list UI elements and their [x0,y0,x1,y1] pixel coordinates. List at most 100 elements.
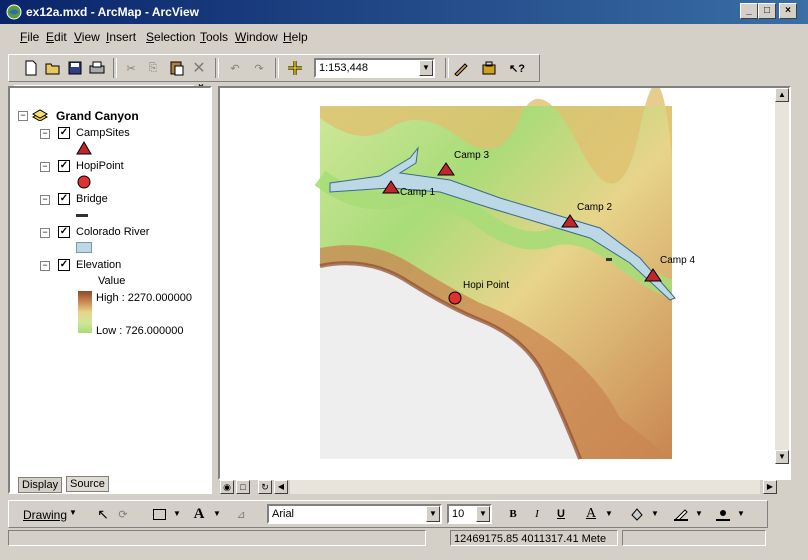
map-display[interactable]: Camp 1 Camp 3 Camp 2 Camp 4 Hopi Point ▲… [218,86,791,480]
tab-source[interactable]: Source [66,476,109,492]
menu-view[interactable]: View [74,30,100,44]
save-icon[interactable] [65,58,85,78]
new-icon[interactable] [21,58,41,78]
collapse-icon[interactable]: − [40,228,50,238]
menu-window[interactable]: Window [235,30,278,44]
data-view-icon[interactable]: ◉ [220,480,234,494]
open-icon[interactable] [43,58,63,78]
font-size-combo[interactable]: 10 ▼ [447,504,492,524]
minimize-button[interactable]: _ [740,3,758,19]
scroll-left-icon[interactable]: ◀ [274,480,288,494]
italic-button[interactable]: I [527,504,547,524]
collapse-icon[interactable]: − [40,261,50,271]
new-text-icon[interactable]: A [189,504,209,524]
cut-icon[interactable]: ✂ [121,58,141,78]
camp-label: Camp 1 [400,187,435,198]
triangle-symbol-icon [76,141,92,155]
underline-button[interactable]: U [551,504,571,524]
vertical-scrollbar[interactable]: ▲ ▼ [775,88,789,464]
marker-color-icon[interactable] [713,504,733,524]
fill-color-icon[interactable] [627,504,647,524]
select-elements-icon[interactable]: ↖ [93,504,113,524]
map-scale-combo[interactable]: 1:153,448 ▼ [314,58,435,78]
chevron-down-icon[interactable]: ▼ [651,509,659,518]
chevron-down-icon[interactable]: ▼ [737,509,745,518]
menu-edit[interactable]: Edit [46,30,67,44]
horizontal-scrollbar[interactable] [290,480,760,494]
layer-checkbox[interactable]: ✓ [58,193,70,205]
elevation-high-label: High : 2270.000000 [96,292,193,304]
layer-checkbox[interactable]: ✓ [58,226,70,238]
paste-icon[interactable] [167,58,187,78]
font-combo[interactable]: Arial ▼ [267,504,442,524]
scroll-right-icon[interactable]: ▶ [763,480,777,494]
menu-help[interactable]: Help [283,30,308,44]
chevron-down-icon[interactable]: ▼ [695,509,703,518]
status-bar: 12469175.85 4011317.41 Mete [0,528,808,550]
layer-checkbox[interactable]: ✓ [58,160,70,172]
line-color-icon[interactable] [671,504,691,524]
elevation-color-ramp [78,291,92,333]
delete-icon[interactable]: ✕ [189,58,209,78]
menu-tools[interactable]: Tools [200,30,228,44]
chevron-down-icon[interactable]: ▼ [605,509,613,518]
window-title: ex12a.mxd - ArcMap - ArcView [26,5,199,19]
chevron-down-icon[interactable]: ▼ [173,509,181,518]
layer-checkbox[interactable]: ✓ [58,259,70,271]
chevron-down-icon[interactable]: ▼ [213,509,221,518]
close-button[interactable]: × [779,3,797,19]
map-scale-value: 1:153,448 [319,62,368,74]
drawing-menu[interactable]: Drawing [23,508,67,522]
polygon-symbol-icon [76,242,92,253]
elevation-low-label: Low : 726.000000 [96,325,184,337]
menu-selection[interactable]: Selection [146,30,195,44]
collapse-icon[interactable]: − [18,111,28,121]
print-icon[interactable] [87,58,107,78]
collapse-icon[interactable]: − [40,129,50,139]
redo-icon[interactable]: ↷ [249,58,269,78]
collapse-icon[interactable]: − [40,162,50,172]
maximize-button[interactable]: □ [758,3,776,19]
undo-icon[interactable]: ↶ [225,58,245,78]
menu-insert[interactable]: Insert [106,30,136,44]
map-nav-strip: ◉ □ ↻ ◀ ▶ [218,480,791,494]
collapse-icon[interactable]: − [40,195,50,205]
layer-name-bridge[interactable]: Bridge [76,193,108,205]
edit-vertices-icon[interactable]: ⊿ [231,504,251,524]
editor-toolbar-icon[interactable] [451,58,471,78]
add-data-icon[interactable] [285,58,305,78]
whats-this-icon[interactable]: ↖? [507,58,527,78]
layout-view-icon[interactable]: □ [236,480,250,494]
layer-name-colorado-river[interactable]: Colorado River [76,226,149,238]
standard-toolbar: ✂ ⎘ ✕ ↶ ↷ 1:153,448 ▼ ↖? [8,54,540,82]
arcmap-globe-icon [6,4,22,20]
font-color-button[interactable]: A [581,504,601,524]
status-extra [622,530,766,546]
menu-file[interactable]: File [20,30,39,44]
map-canvas[interactable]: Camp 1 Camp 3 Camp 2 Camp 4 Hopi Point [220,88,789,478]
layer-name-hopipoint[interactable]: HopiPoint [76,160,124,172]
layer-checkbox[interactable]: ✓ [58,127,70,139]
bold-button[interactable]: B [503,504,523,524]
camp-label: Camp 2 [577,202,612,213]
layer-name-elevation[interactable]: Elevation [76,259,121,271]
rectangle-icon[interactable] [149,504,169,524]
camp-label: Camp 3 [454,150,489,161]
dataframe-name[interactable]: Grand Canyon [56,109,139,123]
camp-label: Camp 4 [660,255,695,266]
chevron-down-icon[interactable]: ▼ [419,60,433,76]
chevron-down-icon[interactable]: ▼ [476,506,490,522]
menu-bar: File Edit View Insert Selection Tools Wi… [0,26,808,48]
arctoolbox-icon[interactable] [479,58,499,78]
rotate-icon[interactable]: ⟳ [113,504,133,524]
layer-name-campsites[interactable]: CampSites [76,127,130,139]
scroll-down-icon[interactable]: ▼ [775,450,789,464]
scroll-up-icon[interactable]: ▲ [775,88,789,102]
chevron-down-icon[interactable]: ▼ [69,508,77,517]
status-message [8,530,426,546]
title-bar: ex12a.mxd - ArcMap - ArcView _ □ × [0,0,808,24]
chevron-down-icon[interactable]: ▼ [426,506,440,522]
tab-display[interactable]: Display [18,477,63,493]
copy-icon[interactable]: ⎘ [143,58,163,78]
refresh-icon[interactable]: ↻ [258,480,272,494]
